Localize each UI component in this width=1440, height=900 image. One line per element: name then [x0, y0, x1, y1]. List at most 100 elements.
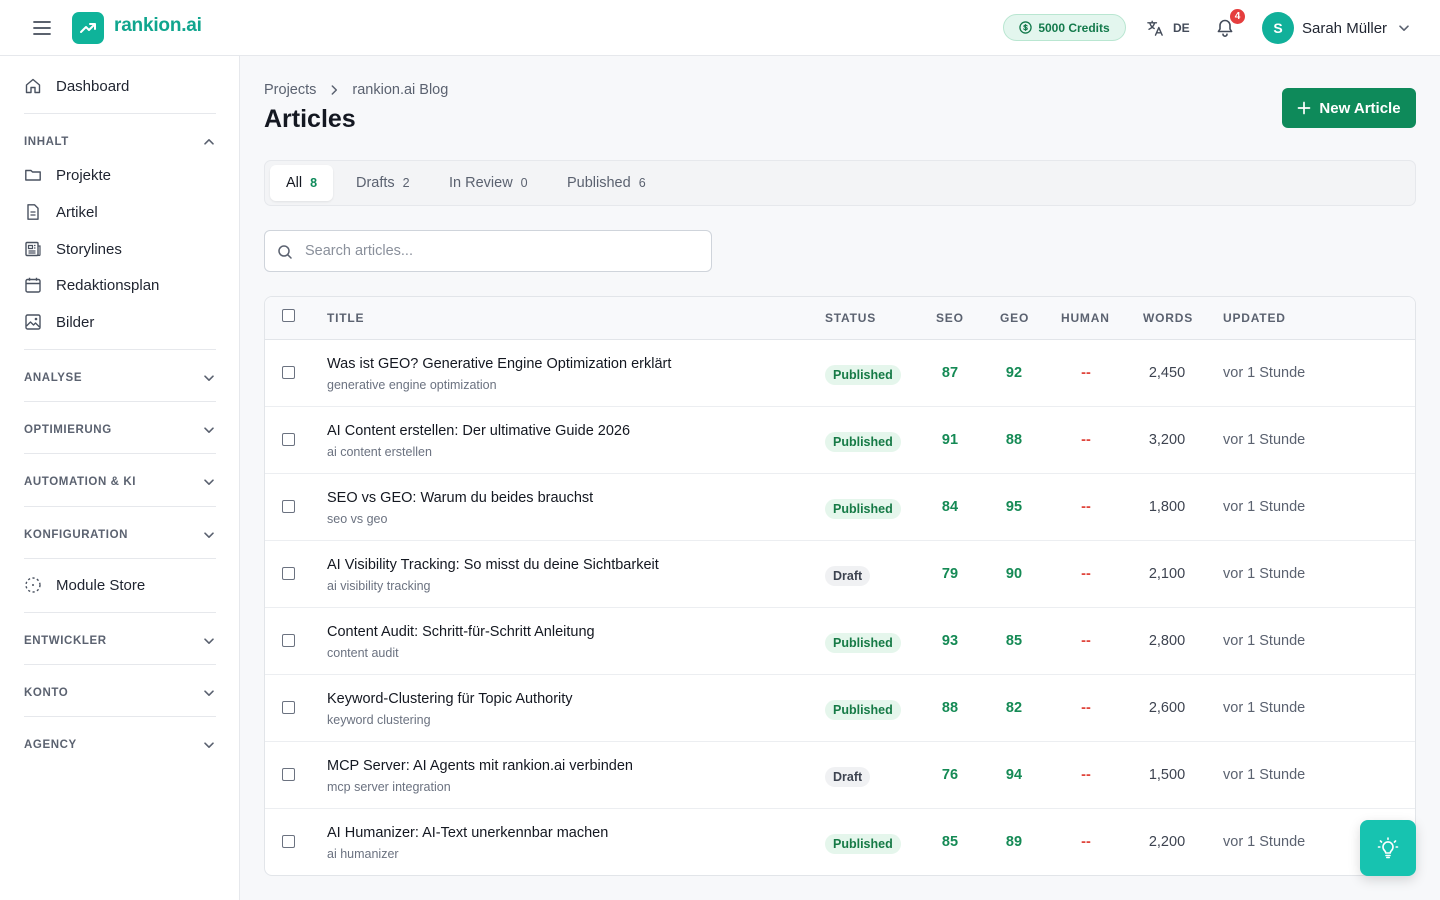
row-checkbox[interactable]	[282, 835, 295, 848]
breadcrumb-project[interactable]: rankion.ai Blog	[352, 82, 448, 98]
word-count: 1,500	[1148, 767, 1186, 783]
sidebar-item-label: Storylines	[56, 240, 122, 258]
section-agency[interactable]: AGENCY	[24, 734, 216, 756]
article-title[interactable]: Keyword-Clustering für Topic Authority	[327, 691, 573, 707]
column-title[interactable]: TITLE	[327, 311, 364, 325]
row-checkbox[interactable]	[282, 500, 295, 513]
column-seo[interactable]: SEO	[936, 311, 964, 325]
chevron-down-icon	[202, 738, 216, 752]
status-badge: Draft	[825, 767, 871, 787]
section-konfiguration[interactable]: KONFIGURATION	[24, 524, 216, 546]
plus-icon	[1297, 101, 1311, 115]
geo-score: 82	[1005, 700, 1023, 716]
divider	[24, 558, 216, 559]
article-title[interactable]: SEO vs GEO: Warum du beides brauchst	[327, 490, 593, 506]
table-row[interactable]: SEO vs GEO: Warum du beides brauchst seo …	[265, 474, 1415, 541]
sidebar-item-storylines[interactable]: Storylines	[24, 234, 216, 264]
status-badge: Published	[825, 499, 901, 519]
tab-label: Drafts	[356, 175, 395, 191]
logo-text[interactable]: rankion.ai	[114, 15, 202, 37]
section-konto[interactable]: KONTO	[24, 682, 216, 704]
chevron-down-icon	[202, 475, 216, 489]
row-checkbox[interactable]	[282, 634, 295, 647]
sidebar-item-redaktionsplan[interactable]: Redaktionsplan	[24, 270, 216, 300]
seo-score: 88	[941, 700, 959, 716]
tab-count: 6	[638, 176, 646, 190]
sidebar: Dashboard INHALT Projekte Artikel Storyl…	[0, 56, 240, 900]
chevron-down-icon	[202, 371, 216, 385]
column-words[interactable]: WORDS	[1143, 311, 1193, 325]
breadcrumb-projects[interactable]: Projects	[264, 82, 316, 98]
avatar: S	[1262, 12, 1294, 44]
word-count: 2,800	[1148, 633, 1186, 649]
user-menu[interactable]: S Sarah Müller	[1262, 12, 1411, 44]
table-row[interactable]: MCP Server: AI Agents mit rankion.ai ver…	[265, 742, 1415, 809]
article-keyword: keyword clustering	[327, 713, 431, 727]
status-badge: Published	[825, 700, 901, 720]
lightbulb-icon	[1376, 836, 1400, 860]
section-optimierung[interactable]: OPTIMIERUNG	[24, 419, 216, 441]
article-title[interactable]: AI Content erstellen: Der ultimative Gui…	[327, 423, 630, 439]
home-icon	[24, 77, 42, 95]
article-title[interactable]: Was ist GEO? Generative Engine Optimizat…	[327, 356, 671, 372]
status-badge: Draft	[825, 566, 871, 586]
column-geo[interactable]: GEO	[1000, 311, 1029, 325]
table-row[interactable]: Content Audit: Schritt-für-Schritt Anlei…	[265, 608, 1415, 675]
updated-time: vor 1 Stunde	[1223, 566, 1306, 582]
language-switcher[interactable]: DE	[1146, 16, 1190, 40]
sidebar-item-module-store[interactable]: Module Store	[24, 570, 216, 600]
seo-score: 85	[941, 834, 959, 850]
row-checkbox[interactable]	[282, 768, 295, 781]
credits-badge[interactable]: 5000 Credits	[1003, 14, 1126, 41]
section-automation-ki[interactable]: AUTOMATION & KI	[24, 471, 216, 493]
tab-all[interactable]: All 8	[270, 165, 334, 201]
sidebar-item-dashboard[interactable]: Dashboard	[24, 71, 216, 101]
article-title[interactable]: Content Audit: Schritt-für-Schritt Anlei…	[327, 624, 595, 640]
new-article-button[interactable]: New Article	[1282, 88, 1416, 128]
chevron-down-icon	[202, 634, 216, 648]
human-score: --	[1081, 566, 1091, 582]
geo-score: 89	[1005, 834, 1023, 850]
table-row[interactable]: AI Humanizer: AI-Text unerkennbar machen…	[265, 809, 1415, 875]
folder-icon	[24, 166, 42, 184]
select-all-checkbox[interactable]	[282, 309, 295, 322]
row-checkbox[interactable]	[282, 567, 295, 580]
article-title[interactable]: AI Visibility Tracking: So misst du dein…	[327, 557, 659, 573]
updated-time: vor 1 Stunde	[1223, 432, 1306, 448]
column-status[interactable]: STATUS	[825, 311, 876, 325]
section-label: INHALT	[24, 136, 69, 148]
tab-in-review[interactable]: In Review 0	[433, 165, 544, 201]
sidebar-item-bilder[interactable]: Bilder	[24, 307, 216, 337]
article-keyword: content audit	[327, 646, 399, 660]
search-icon	[277, 244, 293, 260]
word-count: 1,800	[1148, 499, 1186, 515]
word-count: 2,450	[1148, 365, 1186, 381]
article-title[interactable]: AI Humanizer: AI-Text unerkennbar machen	[327, 825, 608, 841]
lightbulb-button[interactable]	[1360, 820, 1416, 876]
row-checkbox[interactable]	[282, 701, 295, 714]
article-keyword: ai humanizer	[327, 847, 399, 861]
hamburger-menu-icon[interactable]	[28, 15, 56, 41]
tab-count: 0	[520, 176, 528, 190]
table-row[interactable]: AI Content erstellen: Der ultimative Gui…	[265, 407, 1415, 474]
row-checkbox[interactable]	[282, 433, 295, 446]
tab-label: In Review	[449, 175, 513, 191]
section-inhalt[interactable]: INHALT	[24, 131, 216, 153]
sidebar-item-projekte[interactable]: Projekte	[24, 160, 216, 190]
section-label: ANALYSE	[24, 372, 83, 384]
table-row[interactable]: Keyword-Clustering für Topic Authority ke…	[265, 675, 1415, 742]
logo-icon[interactable]	[72, 12, 104, 44]
column-updated[interactable]: UPDATED	[1223, 311, 1286, 325]
section-entwickler[interactable]: ENTWICKLER	[24, 630, 216, 652]
tab-published[interactable]: Published 6	[551, 165, 662, 201]
sidebar-item-artikel[interactable]: Artikel	[24, 197, 216, 227]
table-row[interactable]: Was ist GEO? Generative Engine Optimizat…	[265, 340, 1415, 407]
column-human[interactable]: HUMAN	[1061, 311, 1110, 325]
search-input[interactable]	[305, 231, 705, 271]
divider	[24, 453, 216, 454]
tab-drafts[interactable]: Drafts 2	[340, 165, 426, 201]
row-checkbox[interactable]	[282, 366, 295, 379]
section-analyse[interactable]: ANALYSE	[24, 367, 216, 389]
article-title[interactable]: MCP Server: AI Agents mit rankion.ai ver…	[327, 758, 633, 774]
table-row[interactable]: AI Visibility Tracking: So misst du dein…	[265, 541, 1415, 608]
